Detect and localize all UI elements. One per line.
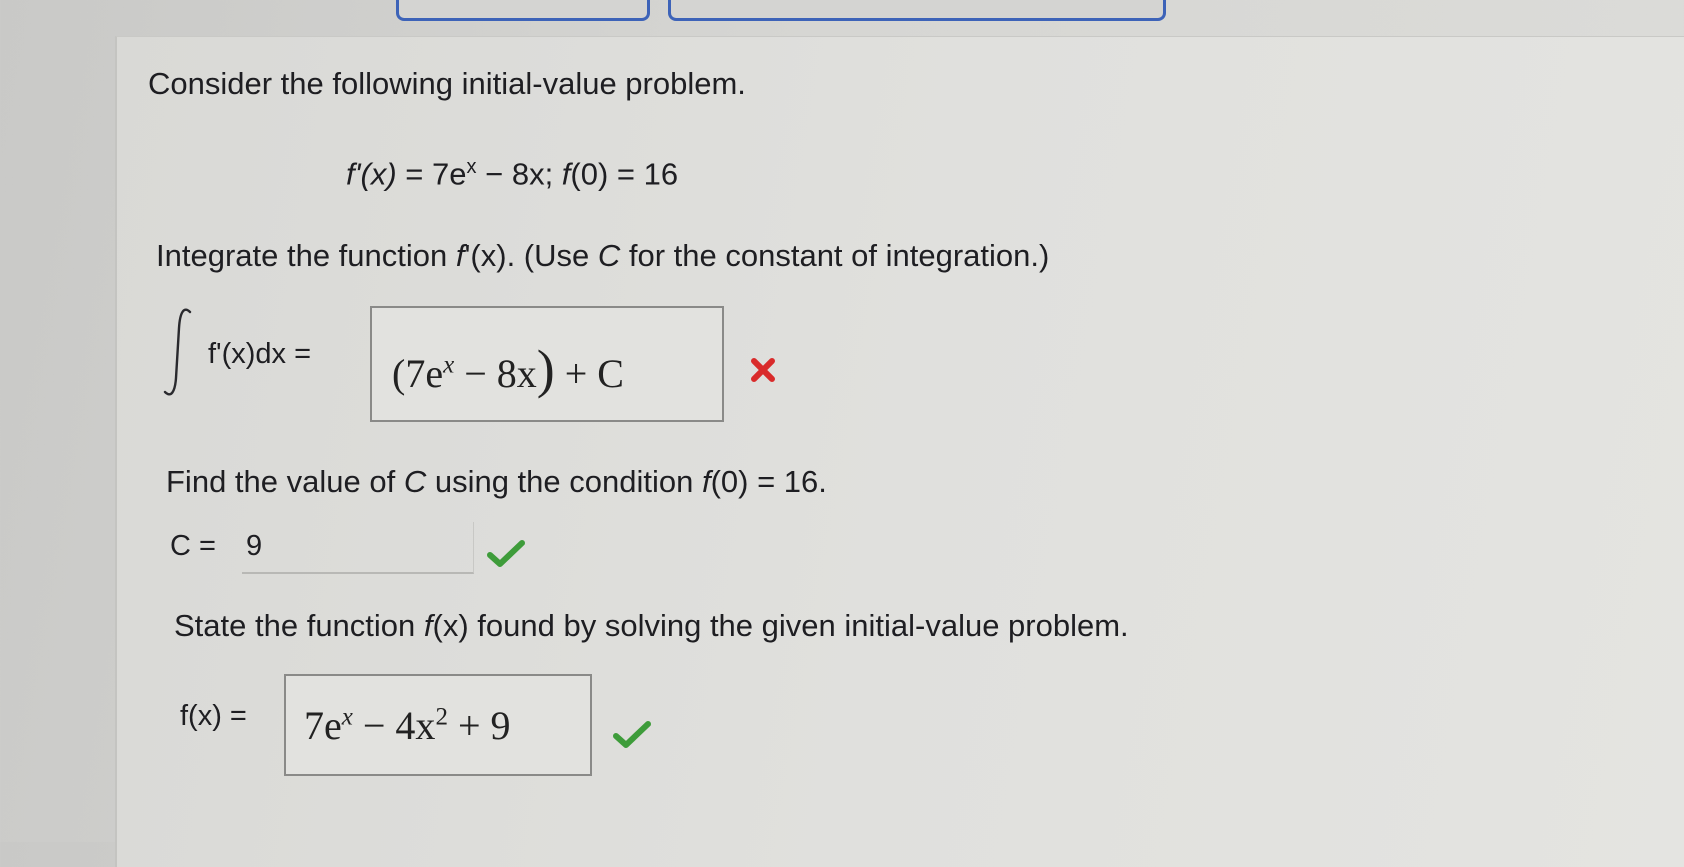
- c-label: C =: [170, 530, 216, 562]
- problem-intro: Consider the following initial-value pro…: [148, 66, 746, 101]
- function-answer-box[interactable]: 7ex − 4x2 + 9: [284, 674, 592, 776]
- c-value: 9: [246, 530, 263, 562]
- state-function-instruction: State the function f(x) found by solving…: [174, 608, 1129, 643]
- function-answer-expression: 7ex − 4x2 + 9: [304, 703, 511, 748]
- top-tab-left[interactable]: [396, 0, 650, 21]
- integrate-instruction: Integrate the function f'(x). (Use C for…: [156, 238, 1050, 273]
- top-tab-right[interactable]: [668, 0, 1166, 21]
- fx-label: f(x) =: [180, 700, 247, 732]
- problem-equation: f'(x) = 7ex − 8x; f(0) = 16: [346, 156, 679, 192]
- integral-label: f'(x)dx =: [208, 338, 312, 370]
- incorrect-x-icon: [751, 358, 775, 382]
- find-c-instruction: Find the value of C using the condition …: [166, 464, 827, 499]
- integral-answer-expression: (7ex − 8x) + C: [392, 339, 624, 399]
- correct-check-icon: [613, 721, 651, 748]
- integral-answer-box[interactable]: (7ex − 8x) + C: [370, 306, 724, 422]
- integral-sign-icon: [163, 308, 192, 396]
- c-value-input[interactable]: 9: [242, 522, 474, 574]
- correct-check-icon: [487, 540, 525, 567]
